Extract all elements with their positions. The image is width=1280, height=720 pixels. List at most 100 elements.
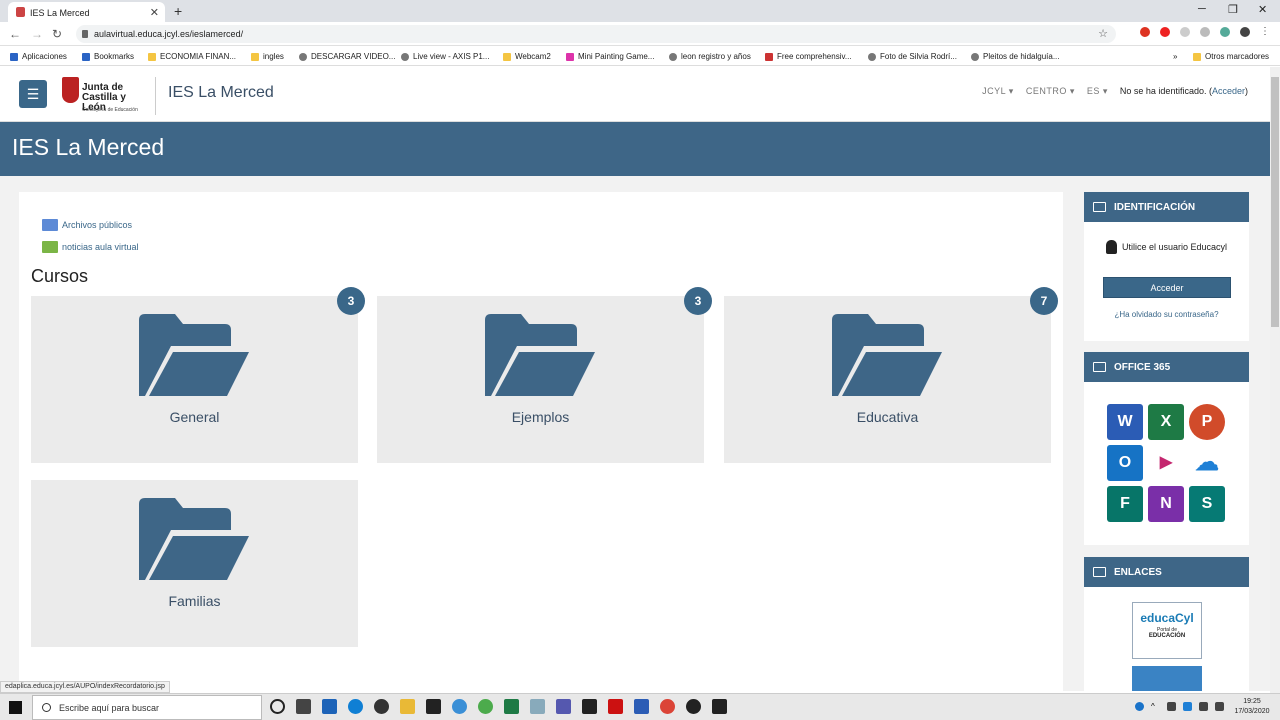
windows-start-icon[interactable] [9,701,22,714]
close-window-icon[interactable]: ✕ [1258,3,1267,16]
bookmark[interactable]: DESCARGAR VIDEO... [299,52,395,61]
task-view-icon[interactable] [296,699,311,714]
teams-icon[interactable] [556,699,571,714]
outlook-icon[interactable]: O [1107,445,1143,481]
close-tab-icon[interactable]: ✕ [150,6,159,19]
bookmark-apps[interactable]: Aplicaciones [10,52,67,61]
onedrive-icon[interactable] [1183,702,1192,711]
media-icon[interactable] [374,699,389,714]
noticias-link[interactable]: noticias aula virtual [42,241,139,253]
educacyl-link[interactable]: educaCyl Portal de EDUCACIÓN [1132,602,1202,659]
url-field[interactable]: aulavirtual.educa.jcyl.es/ieslamerced/ ☆ [76,25,1116,43]
taskbar-search-input[interactable]: Escribe aquí para buscar [32,695,262,720]
course-count-badge: 3 [337,287,365,315]
chrome-icon[interactable] [660,699,675,714]
page-title: IES La Merced [12,134,165,160]
excel-icon[interactable] [504,699,519,714]
volume-icon[interactable] [1215,702,1224,711]
powerpoint-icon[interactable]: P [1189,404,1225,440]
bookmark[interactable]: Foto de Silvia Rodrí... [868,52,957,61]
mail-icon[interactable] [322,699,337,714]
webcam-icon [503,52,511,61]
hamburger-menu-button[interactable]: ☰ [19,80,47,108]
app-icon[interactable] [478,699,493,714]
scrollbar-thumb[interactable] [1271,77,1279,327]
browser-tab[interactable]: IES La Merced ✕ [8,2,165,22]
jcyl-logo[interactable]: Junta de Castilla y León Consejería de E… [61,77,156,115]
help-icon[interactable] [1135,702,1144,711]
profile-avatar[interactable] [1240,27,1250,37]
new-tab-icon[interactable]: + [174,3,182,19]
sway-icon[interactable]: S [1189,486,1225,522]
reload-icon[interactable]: ↻ [52,27,62,41]
cortana-icon[interactable] [270,699,285,714]
bookmark[interactable]: Mini Painting Game... [566,52,654,61]
more-bookmarks-icon[interactable]: » [1173,52,1177,61]
stream-icon[interactable]: ▶ [1148,445,1184,481]
bookmark-icon [765,52,773,61]
acceder-button[interactable]: Acceder [1103,277,1231,298]
site-title[interactable]: IES La Merced [168,84,274,102]
app-icon[interactable] [530,699,545,714]
forms-icon[interactable]: F [1107,486,1143,522]
archivos-publicos-link[interactable]: Archivos públicos [42,219,132,231]
bookmark-other[interactable]: Otros marcadores [1193,52,1269,61]
onenote-icon[interactable]: N [1148,486,1184,522]
store-icon[interactable] [426,699,441,714]
course-card-general[interactable]: General [31,296,358,463]
course-card-familias[interactable]: Familias [31,480,358,647]
star-icon[interactable]: ☆ [1098,27,1108,40]
edge-icon[interactable] [348,699,363,714]
file-explorer-icon[interactable] [400,699,415,714]
bookmark[interactable]: leon registro y años [669,52,751,61]
app-icon[interactable] [686,699,701,714]
network-icon[interactable] [1199,702,1208,711]
link-banner-image[interactable] [1132,666,1202,691]
enlaces-block: ENLACES educaCyl Portal de EDUCACIÓN [1084,557,1249,691]
excel-icon[interactable]: X [1148,404,1184,440]
minimize-icon[interactable]: ─ [1198,3,1206,15]
back-icon[interactable]: ← [9,27,21,41]
bookmark[interactable]: Free comprehensiv... [765,52,852,61]
word-icon[interactable]: W [1107,404,1143,440]
taskbar-apps [270,699,727,714]
news-icon [42,241,58,253]
extension-icon[interactable] [1160,27,1170,37]
bookmark[interactable]: Pleitos de hidalguía... [971,52,1060,61]
clock[interactable]: 19:25 17/03/2020 [1232,697,1272,717]
extension-icon[interactable] [1220,27,1230,37]
bookmark[interactable]: Bookmarks [82,52,134,61]
forgot-password-link[interactable]: ¿Ha olvidado su contraseña? [1084,310,1249,319]
video-icon[interactable] [712,699,727,714]
chevron-up-icon[interactable]: ^ [1151,702,1160,711]
photos-icon[interactable] [582,699,597,714]
bookmark[interactable]: Webcam2 [503,52,551,61]
course-card-ejemplos[interactable]: Ejemplos [377,296,704,463]
nav-language[interactable]: ES ▾ [1087,86,1108,97]
acrobat-icon[interactable] [608,699,623,714]
menu-dots-icon[interactable]: ⋮ [1260,27,1270,37]
extension-icon[interactable] [1180,27,1190,37]
login-link[interactable]: Acceder [1212,86,1245,96]
app-icon[interactable] [452,699,467,714]
folder-open-icon [832,314,942,396]
forward-icon[interactable]: → [31,27,43,41]
word-icon[interactable] [634,699,649,714]
extension-icon[interactable] [1200,27,1210,37]
course-card-educativa[interactable]: Educativa [724,296,1051,463]
globe-icon [401,52,409,61]
onedrive-icon[interactable]: ☁ [1189,445,1225,481]
bookmark[interactable]: ECONOMIA FINAN... [148,52,236,61]
game-icon [566,52,574,61]
nav-jcyl[interactable]: JCYL ▾ [982,86,1014,97]
nav-centro[interactable]: CENTRO ▾ [1026,86,1075,97]
globe-icon [299,52,307,61]
bookmark[interactable]: Live view - AXIS P1... [401,52,489,61]
maximize-icon[interactable]: ❐ [1228,3,1238,16]
page-scrollbar[interactable] [1270,67,1280,693]
course-count-badge: 7 [1030,287,1058,315]
microphone-icon[interactable] [1167,702,1176,711]
favicon-icon [16,7,25,17]
bookmark[interactable]: ingles [251,52,284,61]
pinterest-icon[interactable] [1140,27,1150,37]
